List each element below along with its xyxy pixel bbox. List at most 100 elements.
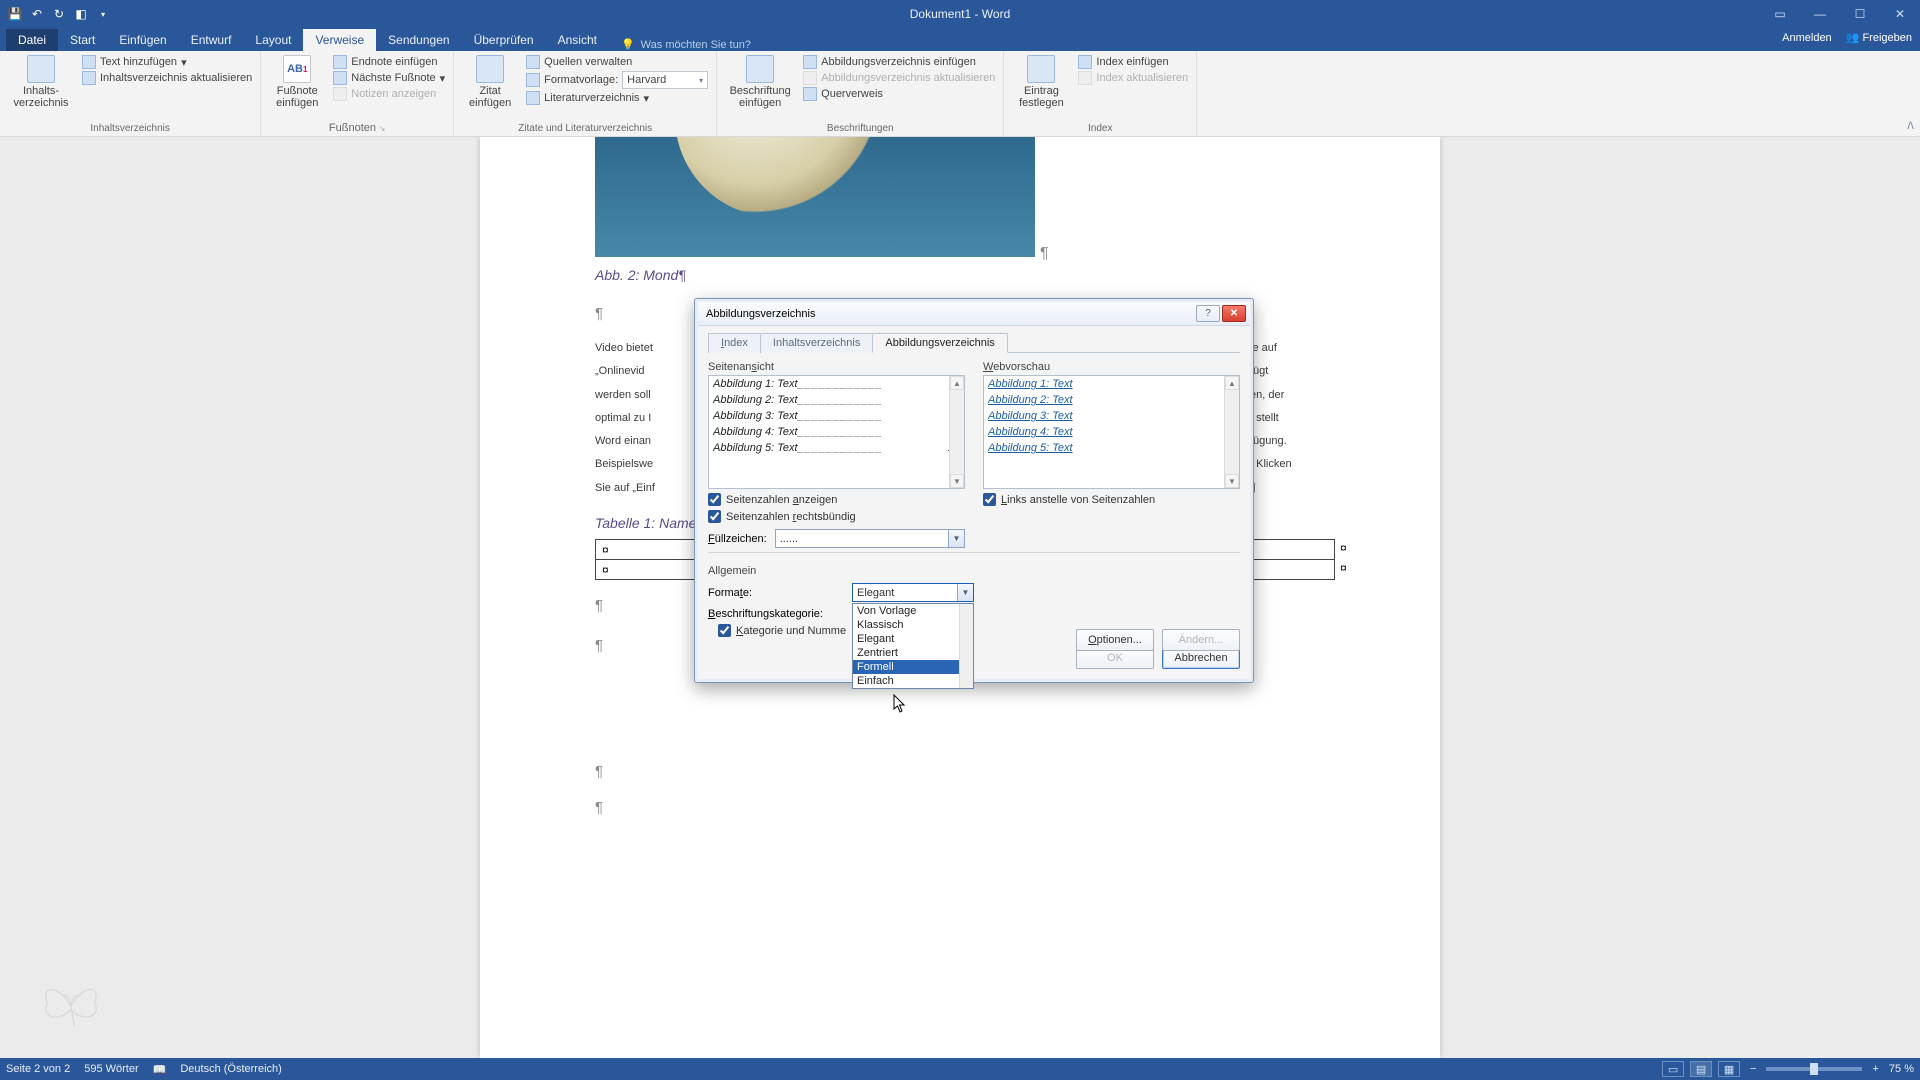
mark-entry-button[interactable]: Eintrag festlegen (1012, 55, 1070, 109)
dialog-tab-index[interactable]: Index (708, 333, 761, 353)
tab-leader-select[interactable]: ......▼ (775, 529, 965, 548)
print-preview-column: Seitenansicht Abbildung 1: Text_________… (708, 361, 965, 548)
tab-start[interactable]: Start (58, 29, 107, 51)
web-preview-label: Webvorschau (983, 361, 1240, 373)
preview-row: Abbildung 1: Text____________1 (709, 376, 964, 392)
checkbox-input[interactable] (983, 493, 996, 506)
scrollbar[interactable] (959, 604, 973, 688)
cross-reference-button[interactable]: Querverweis (803, 87, 995, 101)
collapse-ribbon-icon[interactable]: ᐱ (1907, 121, 1914, 132)
dialog-titlebar: Abbildungsverzeichnis ? ✕ (698, 302, 1250, 326)
show-notes-button: Notizen anzeigen (333, 87, 445, 101)
language-indicator[interactable]: Deutsch (Österreich) (180, 1063, 281, 1075)
checkbox-input[interactable] (718, 624, 731, 637)
tab-leader-row: Füllzeichen: ......▼ (708, 529, 965, 548)
add-text-icon (82, 55, 96, 69)
save-icon[interactable]: 💾 (6, 5, 24, 23)
insert-tof-button[interactable]: Abbildungsverzeichnis einfügen (803, 55, 995, 69)
add-text-button[interactable]: Text hinzufügen ▾ (82, 55, 252, 69)
group-label: Zitate und Literaturverzeichnis (462, 123, 708, 136)
insert-footnote-button[interactable]: AB1 Fußnote einfügen (269, 55, 325, 109)
maximize-icon[interactable]: ☐ (1840, 0, 1880, 28)
tab-file[interactable]: Datei (6, 29, 58, 51)
pilcrow: ¶ (595, 799, 603, 816)
print-layout-icon[interactable]: ▤ (1690, 1061, 1712, 1077)
web-preview-list[interactable]: Abbildung 1: TextAbbildung 2: TextAbbild… (983, 375, 1240, 489)
dropdown-option[interactable]: Formell (853, 660, 973, 674)
toc-button[interactable]: Inhalts- verzeichnis (8, 55, 74, 109)
dropdown-option[interactable]: Zentriert (853, 646, 973, 660)
bibliography-button[interactable]: Literaturverzeichnis ▾ (526, 91, 708, 105)
tell-me[interactable]: 💡 Was möchten Sie tun? (609, 38, 751, 51)
dropdown-option[interactable]: Klassisch (853, 618, 973, 632)
links-instead-checkbox[interactable]: Links anstelle von Seitenzahlen (983, 493, 1240, 506)
right-align-checkbox[interactable]: Seitenzahlen rechtsbündig (708, 510, 965, 523)
scroll-up-icon[interactable]: ▲ (1225, 376, 1239, 390)
qat-dropdown-icon[interactable]: ▾ (94, 5, 112, 23)
insert-endnote-button[interactable]: Endnote einfügen (333, 55, 445, 69)
read-mode-icon[interactable]: ▭ (1662, 1061, 1684, 1077)
group-label: Fußnoten ↘ (269, 122, 445, 136)
modify-button: Ändern... (1162, 629, 1240, 651)
tab-insert[interactable]: Einfügen (107, 29, 178, 51)
tab-references[interactable]: Verweise (303, 29, 376, 51)
group-captions: Beschriftung einfügen Abbildungsverzeich… (717, 51, 1004, 136)
signin-link[interactable]: Anmelden (1782, 32, 1832, 44)
tab-mailings[interactable]: Sendungen (376, 29, 461, 51)
title-bar: 💾 ↶ ↻ ◧ ▾ Dokument1 - Word ▭ — ☐ ✕ (0, 0, 1920, 28)
show-notes-icon (333, 87, 347, 101)
dialog-help-icon[interactable]: ? (1196, 305, 1220, 322)
minimize-icon[interactable]: — (1800, 0, 1840, 28)
quick-access-toolbar: 💾 ↶ ↻ ◧ ▾ (0, 5, 112, 23)
citation-style-select[interactable]: Harvard▾ (622, 71, 708, 89)
scrollbar[interactable]: ▲▼ (1224, 376, 1239, 488)
scroll-down-icon[interactable]: ▼ (950, 474, 964, 488)
insert-index-button[interactable]: Index einfügen (1078, 55, 1188, 69)
bibliography-icon (526, 91, 540, 105)
update-toc-button[interactable]: Inhaltsverzeichnis aktualisieren (82, 71, 252, 85)
update-tof-button: Abbildungsverzeichnis aktualisieren (803, 71, 995, 85)
tab-review[interactable]: Überprüfen (462, 29, 546, 51)
dropdown-option[interactable]: Elegant (853, 632, 973, 646)
close-icon[interactable]: ✕ (1880, 0, 1920, 28)
zoom-level[interactable]: 75 % (1889, 1063, 1914, 1075)
checkbox-input[interactable] (708, 493, 721, 506)
tab-design[interactable]: Entwurf (179, 29, 244, 51)
print-preview-list[interactable]: Abbildung 1: Text____________1Abbildung … (708, 375, 965, 489)
show-page-numbers-checkbox[interactable]: Seitenzahlen anzeigen (708, 493, 965, 506)
insert-caption-button[interactable]: Beschriftung einfügen (725, 55, 795, 109)
scroll-down-icon[interactable]: ▼ (1225, 474, 1239, 488)
next-footnote-button[interactable]: Nächste Fußnote ▾ (333, 71, 445, 85)
zoom-in-icon[interactable]: + (1868, 1063, 1882, 1075)
zoom-slider[interactable] (1766, 1067, 1862, 1071)
figure-index-dialog: Abbildungsverzeichnis ? ✕ Index Inhaltsv… (694, 298, 1254, 683)
tab-view[interactable]: Ansicht (546, 29, 609, 51)
web-layout-icon[interactable]: ▦ (1718, 1061, 1740, 1077)
table-caption: Tabelle 1: Name¶ (595, 515, 704, 531)
touch-mode-icon[interactable]: ◧ (72, 5, 90, 23)
formats-dropdown-list[interactable]: Von VorlageKlassischElegantZentriertForm… (852, 603, 974, 689)
redo-icon[interactable]: ↻ (50, 5, 68, 23)
dialog-close-icon[interactable]: ✕ (1222, 305, 1246, 322)
dialog-tab-toc[interactable]: Inhaltsverzeichnis (760, 333, 873, 353)
scroll-up-icon[interactable]: ▲ (950, 376, 964, 390)
scrollbar[interactable]: ▲▼ (949, 376, 964, 488)
undo-icon[interactable]: ↶ (28, 5, 46, 23)
formats-select[interactable]: Elegant▼ (852, 583, 974, 602)
word-count[interactable]: 595 Wörter (84, 1063, 138, 1075)
page-indicator[interactable]: Seite 2 von 2 (6, 1063, 70, 1075)
zoom-thumb[interactable] (1810, 1063, 1818, 1075)
zoom-out-icon[interactable]: − (1746, 1063, 1760, 1075)
checkbox-input[interactable] (708, 510, 721, 523)
insert-citation-button[interactable]: Zitat einfügen (462, 55, 518, 109)
dialog-tab-tof[interactable]: Abbildungsverzeichnis (872, 333, 1007, 353)
tab-layout[interactable]: Layout (243, 29, 303, 51)
dropdown-option[interactable]: Einfach (853, 674, 973, 688)
spellcheck-icon[interactable]: 📖 (153, 1063, 167, 1076)
options-button[interactable]: Optionen... (1076, 629, 1154, 651)
ribbon-display-icon[interactable]: ▭ (1760, 0, 1800, 28)
dropdown-option[interactable]: Von Vorlage (853, 604, 973, 618)
web-preview-column: Webvorschau Abbildung 1: TextAbbildung 2… (983, 361, 1240, 548)
manage-sources-button[interactable]: Quellen verwalten (526, 55, 708, 69)
share-link[interactable]: 👥 Freigeben (1846, 31, 1912, 44)
